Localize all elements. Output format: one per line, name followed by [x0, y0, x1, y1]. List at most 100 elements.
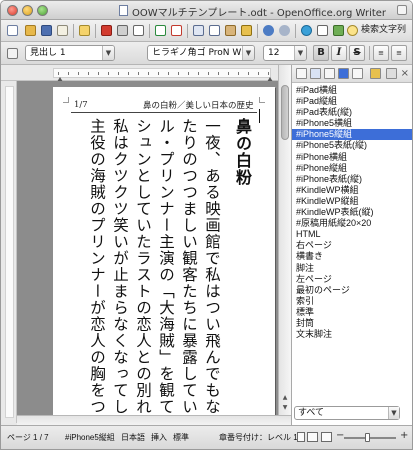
- help-button[interactable]: [345, 23, 360, 38]
- new-document-button[interactable]: [5, 23, 20, 38]
- navigator-button[interactable]: [299, 23, 314, 38]
- email-button[interactable]: [55, 23, 70, 38]
- document-page[interactable]: 1/7 鼻の白粉／美しい日本の歴史 鼻の白粉 一夜、ある映画館で私はつい飛んでも…: [53, 87, 275, 415]
- style-list-item[interactable]: #iPad縦組: [292, 96, 412, 107]
- close-window-button[interactable]: [7, 5, 18, 16]
- close-icon[interactable]: ×: [401, 68, 409, 79]
- vertical-ruler[interactable]: [1, 81, 17, 423]
- search-text-field[interactable]: 検索文字列: [361, 23, 411, 38]
- font-name-select[interactable]: ヒラギノ角ゴ ProN W3 ▼: [147, 45, 255, 61]
- new-style-icon[interactable]: [386, 68, 397, 79]
- autospell-button[interactable]: [169, 23, 184, 38]
- style-list-item[interactable]: #iPhone5横組: [292, 118, 412, 129]
- zoom-slider[interactable]: [344, 437, 396, 439]
- cut-button[interactable]: [191, 23, 206, 38]
- style-list-item[interactable]: #iPhone横組: [292, 152, 412, 163]
- scroll-thumb[interactable]: [281, 85, 289, 140]
- style-list-item[interactable]: #iPhone5表紙(縦): [292, 140, 412, 151]
- body-text-line[interactable]: 一夜、ある映画館で私はつい飛んでもない自分の阿呆を: [201, 118, 223, 415]
- body-text-line[interactable]: ル・プリンナー主演の「大海賊」を観ているうち、誰も: [155, 118, 177, 415]
- paragraph-style-select[interactable]: 見出し 1 ▼: [25, 45, 115, 61]
- help-icon: [347, 25, 358, 36]
- scroll-up-icon[interactable]: ▲: [280, 393, 290, 403]
- frame-styles-icon[interactable]: [324, 68, 335, 79]
- copy-button[interactable]: [207, 23, 222, 38]
- style-list-item[interactable]: 左ページ: [292, 274, 412, 285]
- style-list-item[interactable]: 横書き: [292, 251, 412, 262]
- body-text-line[interactable]: 私はクツクツ笑いが止まらなくなってしまったのだ。: [109, 118, 131, 415]
- document-proxy-icon[interactable]: [119, 5, 128, 16]
- save-button[interactable]: [39, 23, 54, 38]
- style-list-item[interactable]: #原稿用紙縦20×20: [292, 218, 412, 229]
- redo-button[interactable]: [277, 23, 292, 38]
- paragraph-styles-icon[interactable]: [296, 68, 307, 79]
- style-list-item[interactable]: #KindleWP縦組: [292, 196, 412, 207]
- status-language[interactable]: 日本語: [121, 432, 145, 443]
- style-list-item[interactable]: #iPhone5縦組: [292, 129, 412, 141]
- minimize-window-button[interactable]: [22, 5, 33, 16]
- styles-window-button[interactable]: [5, 46, 20, 61]
- gallery-button[interactable]: [331, 23, 346, 38]
- undo-button[interactable]: [261, 23, 276, 38]
- style-list-item[interactable]: #iPhone表紙(縦): [292, 174, 412, 185]
- chapter-heading[interactable]: 鼻の白粉: [231, 118, 253, 186]
- vertical-scrollbar[interactable]: ▲ ▼: [278, 65, 291, 415]
- ruler-tick: [58, 72, 59, 75]
- body-text-line[interactable]: たりのつつましい観客たちに暴露していた。人気者の: [178, 118, 200, 415]
- style-list-item[interactable]: #KindleWP表紙(縦): [292, 207, 412, 218]
- body-text-line[interactable]: 主役の海賊のプリンナーが恋人の胸をつき放して言いつ: [86, 118, 108, 415]
- style-list-item[interactable]: 標準: [292, 307, 412, 318]
- status-selection-mode[interactable]: 標準: [173, 432, 189, 443]
- zoom-out-icon[interactable]: −: [336, 430, 344, 441]
- page-styles-icon[interactable]: [338, 68, 349, 79]
- style-list-item[interactable]: 索引: [292, 296, 412, 307]
- zoom-in-icon[interactable]: +: [400, 430, 408, 441]
- multi-page-view-icon[interactable]: [307, 432, 318, 442]
- horizontal-scrollbar[interactable]: [17, 415, 291, 425]
- style-list-item[interactable]: #iPhone縦組: [292, 163, 412, 174]
- style-list-item[interactable]: HTML: [292, 229, 412, 240]
- style-list-item[interactable]: #iPad表紙(縦): [292, 107, 412, 118]
- page-preview-button[interactable]: [131, 23, 146, 38]
- scroll-down-icon[interactable]: ▼: [280, 403, 290, 413]
- status-insert-mode[interactable]: 挿入: [151, 432, 167, 443]
- book-view-icon[interactable]: [321, 432, 332, 442]
- edit-file-button[interactable]: [77, 23, 92, 38]
- ruler-tick: [248, 72, 249, 75]
- style-list-item[interactable]: 右ページ: [292, 240, 412, 251]
- style-list-item[interactable]: #iPad横組: [292, 85, 412, 96]
- align-left-button[interactable]: ≡: [373, 45, 389, 61]
- ruler-tick: [108, 72, 109, 75]
- document-canvas[interactable]: 1/7 鼻の白粉／美しい日本の歴史 鼻の白粉 一夜、ある映画館で私はつい飛んでも…: [17, 81, 278, 415]
- single-page-view-icon[interactable]: [297, 432, 305, 442]
- export-pdf-button[interactable]: [99, 23, 114, 38]
- status-page[interactable]: ページ 1 / 7: [7, 432, 49, 443]
- zoom-slider-handle[interactable]: [365, 433, 370, 442]
- style-list-item[interactable]: #KindleWP横組: [292, 185, 412, 196]
- format-paintbrush-button[interactable]: [239, 23, 254, 38]
- italic-button[interactable]: I: [331, 45, 347, 61]
- style-list-item[interactable]: 封筒: [292, 318, 412, 329]
- fill-format-icon[interactable]: [370, 68, 381, 79]
- open-button[interactable]: [23, 23, 38, 38]
- body-text-line[interactable]: シュンとしていたラストの恋人との別れのシーン、来て: [132, 118, 154, 415]
- list-styles-icon[interactable]: [352, 68, 363, 79]
- character-styles-icon[interactable]: [310, 68, 321, 79]
- style-list[interactable]: #iPad横組 #iPad縦組 #iPad表紙(縦) #iPhone5横組 #iPhon…: [292, 85, 412, 340]
- spellcheck-button[interactable]: [153, 23, 168, 38]
- horizontal-ruler[interactable]: [1, 65, 291, 82]
- strikethrough-button[interactable]: S: [349, 45, 365, 61]
- style-list-item[interactable]: 脚注: [292, 263, 412, 274]
- style-filter-select[interactable]: すべて ▼: [294, 406, 400, 420]
- status-page-style[interactable]: #iPhone5縦組: [65, 432, 115, 443]
- zoom-window-button[interactable]: [37, 5, 48, 16]
- table-button[interactable]: [315, 23, 330, 38]
- paste-button[interactable]: [223, 23, 238, 38]
- print-button[interactable]: [115, 23, 130, 38]
- align-center-button[interactable]: ≡: [391, 45, 407, 61]
- toolbar-toggle-button[interactable]: [397, 5, 407, 15]
- font-size-select[interactable]: 12 ▼: [263, 45, 307, 61]
- style-list-item[interactable]: 文末脚注: [292, 329, 412, 340]
- style-list-item[interactable]: 最初のページ: [292, 285, 412, 296]
- bold-button[interactable]: B: [313, 45, 329, 61]
